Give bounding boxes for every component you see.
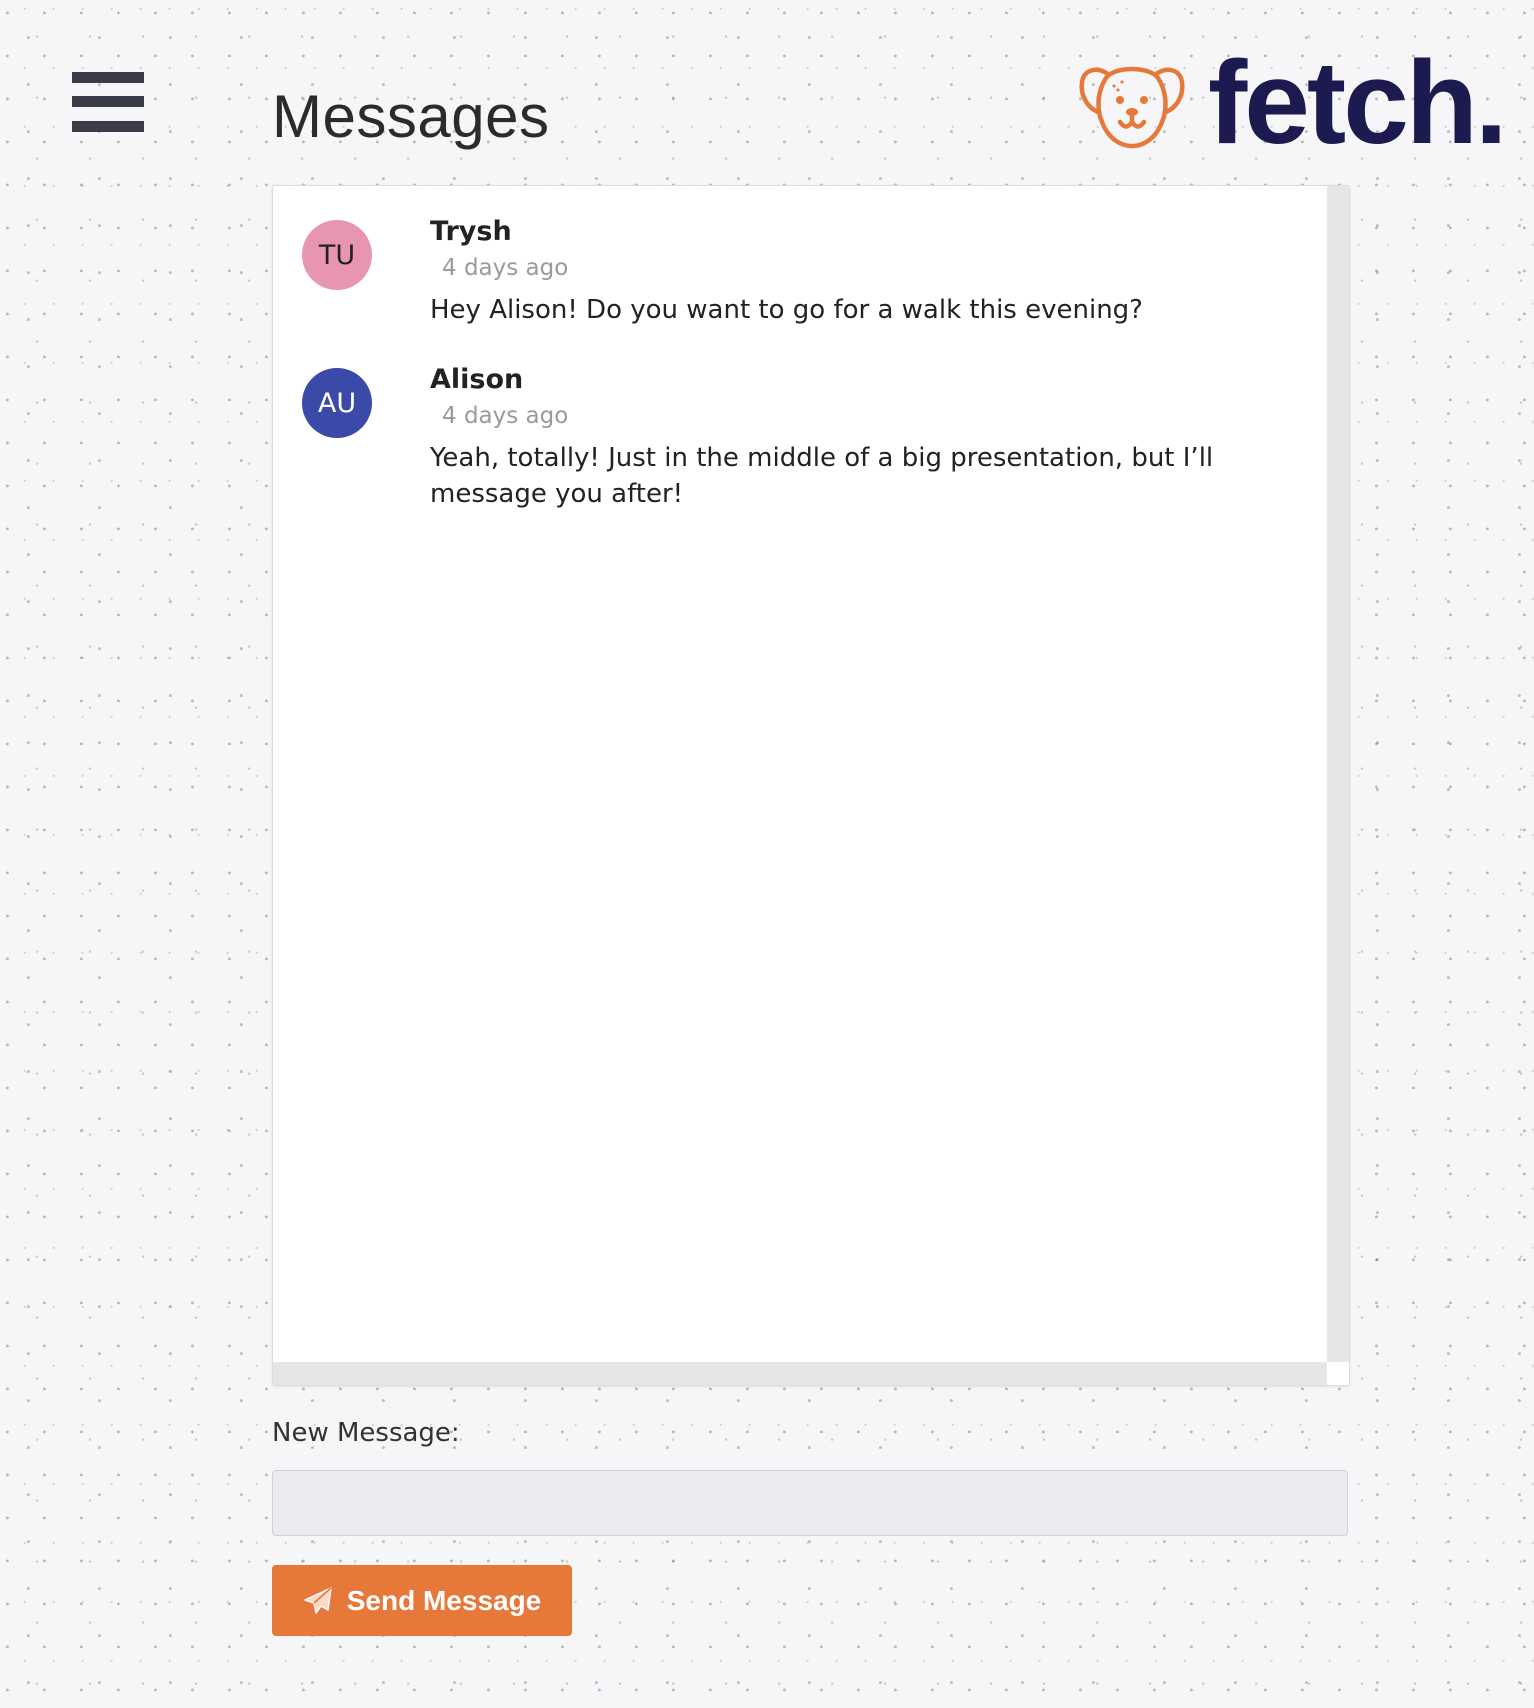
message-text: Yeah, totally! Just in the middle of a b… [430,443,1214,509]
send-button-label: Send Message [346,1584,542,1616]
brand-logo[interactable]: fetch. [1078,44,1508,162]
send-message-button[interactable]: Send Message [272,1565,572,1636]
menu-bar [72,121,144,132]
hamburger-menu-icon[interactable] [72,72,144,132]
message-list: TU Trysh 4 days ago Hey Alison! Do you w… [273,186,1327,1362]
message-panel[interactable]: TU Trysh 4 days ago Hey Alison! Do you w… [272,185,1350,1386]
dog-face-icon [1079,66,1185,149]
avatar: AU [302,368,372,438]
new-message-input[interactable] [272,1470,1348,1536]
scrollbar-corner [1327,1362,1349,1385]
menu-bar [72,96,144,107]
sender-name: Alison [430,364,524,395]
vertical-scrollbar[interactable] [1327,186,1349,1362]
new-message-label: New Message: [272,1418,460,1448]
sender-name: Trysh [430,216,512,247]
message-body: Alison 4 days ago Yeah, totally! Just in… [430,362,1310,512]
paper-plane-icon [303,1586,332,1614]
message-body: Trysh 4 days ago Hey Alison! Do you want… [430,214,1310,328]
menu-bar [72,72,144,83]
horizontal-scrollbar[interactable] [273,1362,1327,1385]
message-timestamp: 4 days ago [442,255,569,281]
page-title: Messages [272,83,550,150]
message-timestamp: 4 days ago [442,403,569,429]
message-text: Hey Alison! Do you want to go for a walk… [430,295,1143,325]
avatar: TU [302,220,372,290]
brand-name: fetch. [1208,37,1508,169]
